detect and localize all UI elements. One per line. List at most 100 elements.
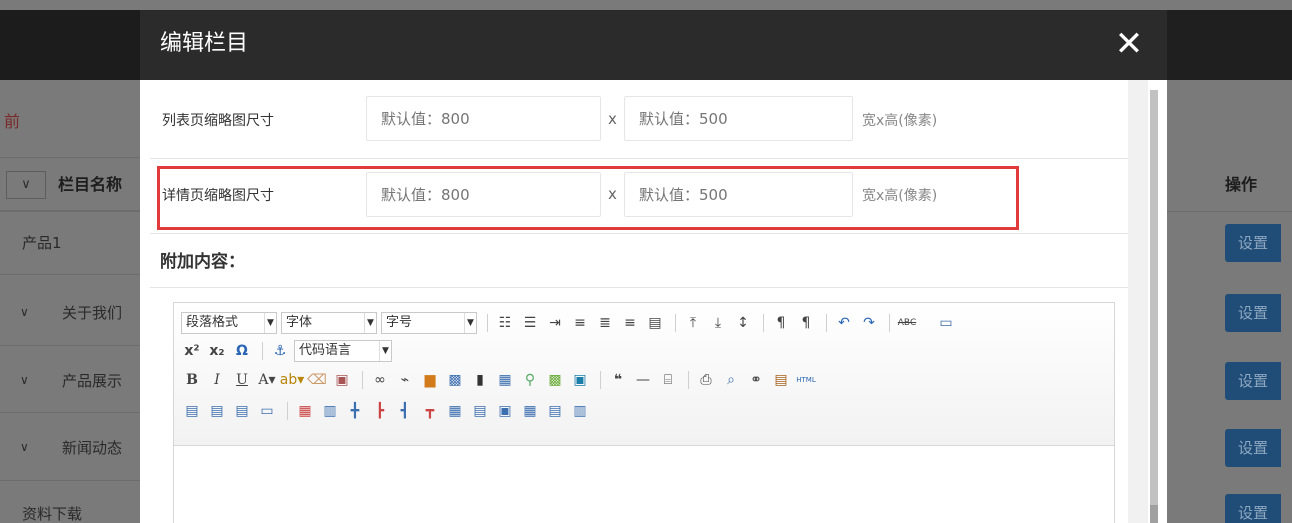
align-center-icon[interactable]: ≣ [594,312,616,334]
insert-title-row-icon[interactable]: ▥ [319,400,341,422]
strikethrough-icon[interactable]: ABC [896,312,918,334]
split-cols-icon[interactable]: ▤ [544,400,566,422]
paragraph-format-value: 段落格式 [186,315,239,330]
background-expand-toggle[interactable]: ∨ [6,171,46,199]
italic-icon[interactable]: I [206,369,228,391]
font-family-select[interactable]: 字体 ▼ [281,312,377,334]
divider [0,274,140,275]
rtl-icon[interactable]: ¶ [795,312,817,334]
font-color-icon[interactable]: A▾ [256,369,278,391]
word-image-icon[interactable]: ▩ [444,369,466,391]
redo-icon[interactable]: ↷ [858,312,880,334]
toolbar-row-1: 段落格式 ▼ 字体 ▼ 字号 ▼ ☷ ☰ ⇥ ≡ ≣ ≡ ▤ ⤒ ⤓ ↕ ¶ ¶… [181,310,960,336]
link-icon[interactable]: ∞ [369,369,391,391]
split-cells-icon[interactable]: ▦ [444,400,466,422]
divider [1150,211,1292,212]
insert-col-icon[interactable]: ┣ [369,400,391,422]
gmap-icon[interactable]: ▣ [569,369,591,391]
split-rows-icon[interactable]: ▦ [519,400,541,422]
paragraph-spacing-bottom-icon[interactable]: ⤓ [707,312,729,334]
font-size-select[interactable]: 字号 ▼ [381,312,477,334]
list-thumb-times: x [608,110,617,128]
background-settings-button[interactable]: 设置 [1225,494,1281,523]
table-icon[interactable]: ▦ [494,369,516,391]
print-icon[interactable]: ⎙ [695,369,717,391]
paragraph-spacing-top-icon[interactable]: ⤒ [682,312,704,334]
delete-col-icon[interactable]: ┫ [394,400,416,422]
ltr-icon[interactable]: ¶ [770,312,792,334]
highlight-box [157,166,1019,230]
background-settings-button[interactable]: 设置 [1225,429,1281,467]
background-op-column-header: 操作 [1225,175,1258,194]
delete-table-icon[interactable]: ▥ [569,400,591,422]
table-align-left-icon[interactable]: ▤ [181,400,203,422]
editor-content-area[interactable] [174,446,1114,523]
image-icon[interactable]: ▆ [419,369,441,391]
chevron-down-icon[interactable]: ∨ [20,305,29,319]
merge-down-icon[interactable]: ▣ [494,400,516,422]
toolbar-separator [287,402,288,420]
align-left-icon[interactable]: ≡ [569,312,591,334]
paste-icon[interactable]: ▤ [770,369,792,391]
chevron-down-icon[interactable]: ∨ [20,440,29,454]
extra-content-label: 附加内容： [160,252,245,272]
superscript-icon[interactable]: x² [181,340,203,362]
fullscreen-icon[interactable]: ▭ [935,312,957,334]
format-painter-icon[interactable]: ▣ [331,369,353,391]
scrollbar-track[interactable] [1128,80,1148,523]
background-settings-button[interactable]: 设置 [1225,224,1281,262]
table-no-wrap-icon[interactable]: ▭ [256,400,278,422]
table-align-center-icon[interactable]: ▤ [206,400,228,422]
code-language-select[interactable]: 代码语言 ▼ [294,340,392,362]
map-icon[interactable]: ▩ [544,369,566,391]
background-row-name: 资料下载 [22,505,83,523]
background-row-name: 关于我们 [62,304,123,322]
indent-icon[interactable]: ⇥ [544,312,566,334]
line-height-icon[interactable]: ↕ [732,312,754,334]
background-settings-button[interactable]: 设置 [1225,362,1281,400]
html-icon[interactable]: HTML [795,369,817,391]
undo-icon[interactable]: ↶ [833,312,855,334]
search-replace-icon[interactable]: ⚭ [745,369,767,391]
scrollbar-thumb[interactable] [1150,90,1158,510]
merge-cells-icon[interactable]: ┳ [419,400,441,422]
modal-body: 列表页缩略图尺寸 x 宽x高(像素) 详情页缩略图尺寸 x 宽x高(像素) 附加… [140,80,1167,523]
paragraph-format-select[interactable]: 段落格式 ▼ [181,312,277,334]
underline-icon[interactable]: U [231,369,253,391]
merge-right-icon[interactable]: ▤ [469,400,491,422]
page-break-icon[interactable]: ⌸ [657,369,679,391]
align-right-icon[interactable]: ≡ [619,312,641,334]
unlink-icon[interactable]: ⌁ [394,369,416,391]
editor-toolbar: 段落格式 ▼ 字体 ▼ 字号 ▼ ☷ ☰ ⇥ ≡ ≣ ≡ ▤ ⤒ ⤓ ↕ ¶ ¶… [174,303,1114,446]
bold-icon[interactable]: B [181,369,203,391]
chevron-down-icon[interactable]: ∨ [20,373,29,387]
list-thumb-height-input[interactable] [624,96,853,141]
unordered-list-icon[interactable]: ☰ [519,312,541,334]
horizontal-rule-icon[interactable]: — [632,369,654,391]
ordered-list-icon[interactable]: ☷ [494,312,516,334]
attachment-icon[interactable]: ⚲ [519,369,541,391]
subscript-icon[interactable]: x₂ [206,340,228,362]
modal-header: 编辑栏目 ✕ [140,10,1167,80]
toolbar-separator [688,371,689,389]
blockquote-icon[interactable]: ❝ [607,369,629,391]
eraser-icon[interactable]: ⌫ [306,369,328,391]
highlight-icon[interactable]: ab▾ [280,369,305,391]
anchor-icon[interactable]: ⚓ [269,340,291,362]
table-align-right-icon[interactable]: ▤ [231,400,253,422]
rich-text-editor: 段落格式 ▼ 字体 ▼ 字号 ▼ ☷ ☰ ⇥ ≡ ≣ ≡ ▤ ⤒ ⤓ ↕ ¶ ¶… [173,302,1115,523]
insert-row-icon[interactable]: ╋ [344,400,366,422]
scrollbar-thumb-end[interactable] [1150,505,1158,523]
chevron-down-icon: ▼ [379,341,391,361]
chevron-down-icon: ▼ [264,313,276,333]
insert-table-icon[interactable]: ▦ [294,400,316,422]
list-thumb-width-input[interactable] [366,96,601,141]
edit-column-modal: 编辑栏目 ✕ 列表页缩略图尺寸 x 宽x高(像素) 详情页缩略图尺寸 x 宽x高… [140,10,1167,523]
close-icon[interactable]: ✕ [1113,26,1145,62]
background-settings-button[interactable]: 设置 [1225,294,1281,332]
align-justify-icon[interactable]: ▤ [644,312,666,334]
preview-icon[interactable]: ⌕ [720,369,742,391]
toolbar-separator [675,314,676,332]
insert-frame-icon[interactable]: ▮ [469,369,491,391]
special-char-icon[interactable]: Ω [231,340,253,362]
